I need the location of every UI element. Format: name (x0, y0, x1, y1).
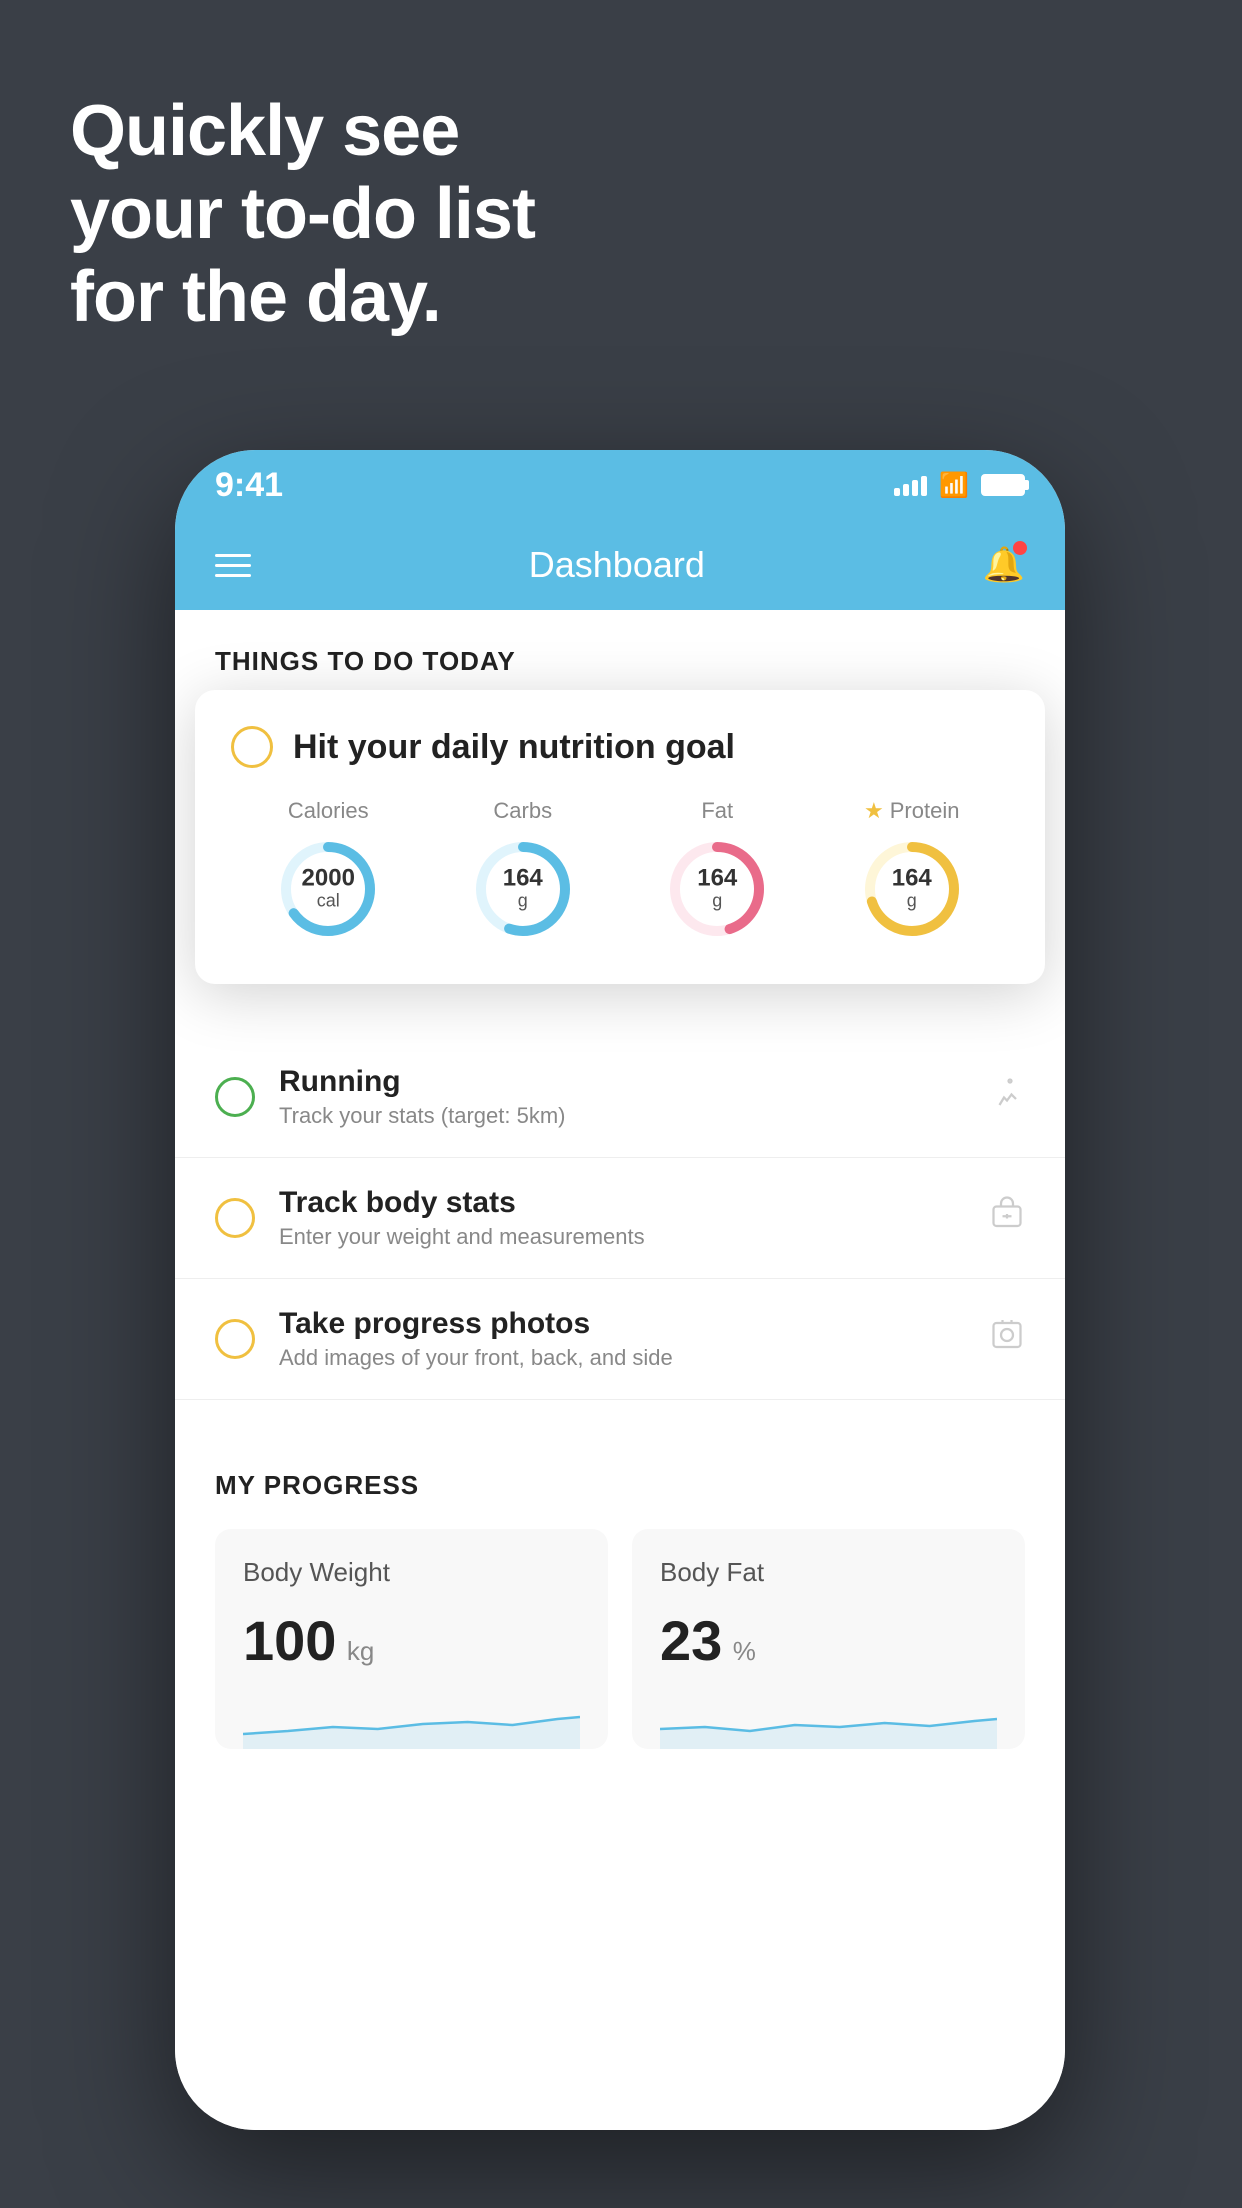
header-title: Dashboard (529, 544, 705, 586)
notification-button[interactable]: 🔔 (983, 545, 1025, 585)
protein-donut: 164 g (857, 834, 967, 944)
status-icons: 📶 (894, 471, 1025, 500)
nutrition-card-title: Hit your daily nutrition goal (293, 728, 735, 767)
app-content: THINGS TO DO TODAY Hit your daily nutrit… (175, 610, 1065, 2130)
menu-button[interactable] (215, 554, 251, 577)
wifi-icon: 📶 (939, 471, 969, 500)
body-weight-chart (243, 1689, 580, 1749)
todo-progress-photos[interactable]: Take progress photos Add images of your … (175, 1279, 1065, 1400)
body-stats-name: Track body stats (279, 1186, 965, 1220)
calories-donut: 2000 cal (273, 834, 383, 944)
todo-body-stats[interactable]: Track body stats Enter your weight and m… (175, 1158, 1065, 1279)
calories-label: Calories (288, 798, 369, 824)
body-stats-sub: Enter your weight and measurements (279, 1224, 965, 1250)
todo-list: Running Track your stats (target: 5km) T… (175, 1037, 1065, 1400)
fat-donut: 164 g (662, 834, 772, 944)
body-stats-text: Track body stats Enter your weight and m… (279, 1186, 965, 1250)
carbs-item: Carbs 164 g (468, 798, 578, 944)
body-stats-icon (989, 1196, 1025, 1240)
progress-photos-sub: Add images of your front, back, and side (279, 1345, 965, 1371)
nutrition-row: Calories 2000 cal Carbs (231, 798, 1009, 944)
fat-value: 164 (697, 867, 737, 891)
status-bar: 9:41 📶 (175, 450, 1065, 520)
fat-unit: g (697, 891, 737, 912)
calories-value: 2000 (302, 867, 355, 891)
notification-dot (1013, 541, 1027, 555)
carbs-unit: g (503, 891, 543, 912)
todo-running[interactable]: Running Track your stats (target: 5km) (175, 1037, 1065, 1158)
nutrition-checkbox[interactable] (231, 726, 273, 768)
carbs-value: 164 (503, 867, 543, 891)
body-fat-unit: % (733, 1636, 756, 1666)
body-weight-value-row: 100 kg (243, 1608, 580, 1673)
progress-photos-icon (989, 1317, 1025, 1361)
body-weight-value: 100 (243, 1609, 336, 1672)
protein-value: 164 (892, 867, 932, 891)
protein-label: Protein (890, 798, 960, 824)
progress-section: MY PROGRESS Body Weight 100 kg (175, 1420, 1065, 1779)
things-to-do-header: THINGS TO DO TODAY (175, 610, 1065, 697)
progress-header: MY PROGRESS (215, 1470, 1025, 1501)
fat-item: Fat 164 g (662, 798, 772, 944)
protein-unit: g (892, 891, 932, 912)
protein-label-row: ★ Protein (864, 798, 959, 824)
body-weight-card[interactable]: Body Weight 100 kg (215, 1529, 608, 1749)
carbs-label: Carbs (493, 798, 552, 824)
progress-photos-text: Take progress photos Add images of your … (279, 1307, 965, 1371)
app-header: Dashboard 🔔 (175, 520, 1065, 610)
protein-item: ★ Protein 164 g (857, 798, 967, 944)
status-time: 9:41 (215, 466, 283, 505)
running-name: Running (279, 1065, 965, 1099)
body-weight-unit: kg (347, 1636, 374, 1666)
battery-icon (981, 474, 1025, 496)
running-checkbox[interactable] (215, 1077, 255, 1117)
nutrition-card: Hit your daily nutrition goal Calories 2… (195, 690, 1045, 984)
running-icon (989, 1075, 1025, 1119)
body-fat-value-row: 23 % (660, 1608, 997, 1673)
running-sub: Track your stats (target: 5km) (279, 1103, 965, 1129)
body-stats-checkbox[interactable] (215, 1198, 255, 1238)
star-icon: ★ (864, 798, 884, 824)
body-fat-card[interactable]: Body Fat 23 % (632, 1529, 1025, 1749)
progress-photos-name: Take progress photos (279, 1307, 965, 1341)
fat-label: Fat (701, 798, 733, 824)
calories-item: Calories 2000 cal (273, 798, 383, 944)
signal-icon (894, 474, 927, 496)
calories-unit: cal (302, 891, 355, 912)
phone-frame: 9:41 📶 Dashboard 🔔 THINGS TO DO TODAY (175, 450, 1065, 2130)
body-weight-title: Body Weight (243, 1557, 580, 1588)
running-text: Running Track your stats (target: 5km) (279, 1065, 965, 1129)
progress-photos-checkbox[interactable] (215, 1319, 255, 1359)
card-title-row: Hit your daily nutrition goal (231, 726, 1009, 768)
carbs-donut: 164 g (468, 834, 578, 944)
progress-cards: Body Weight 100 kg Body Fat (215, 1529, 1025, 1749)
body-fat-value: 23 (660, 1609, 722, 1672)
headline: Quickly see your to-do list for the day. (70, 90, 535, 338)
body-fat-chart (660, 1689, 997, 1749)
body-fat-title: Body Fat (660, 1557, 997, 1588)
